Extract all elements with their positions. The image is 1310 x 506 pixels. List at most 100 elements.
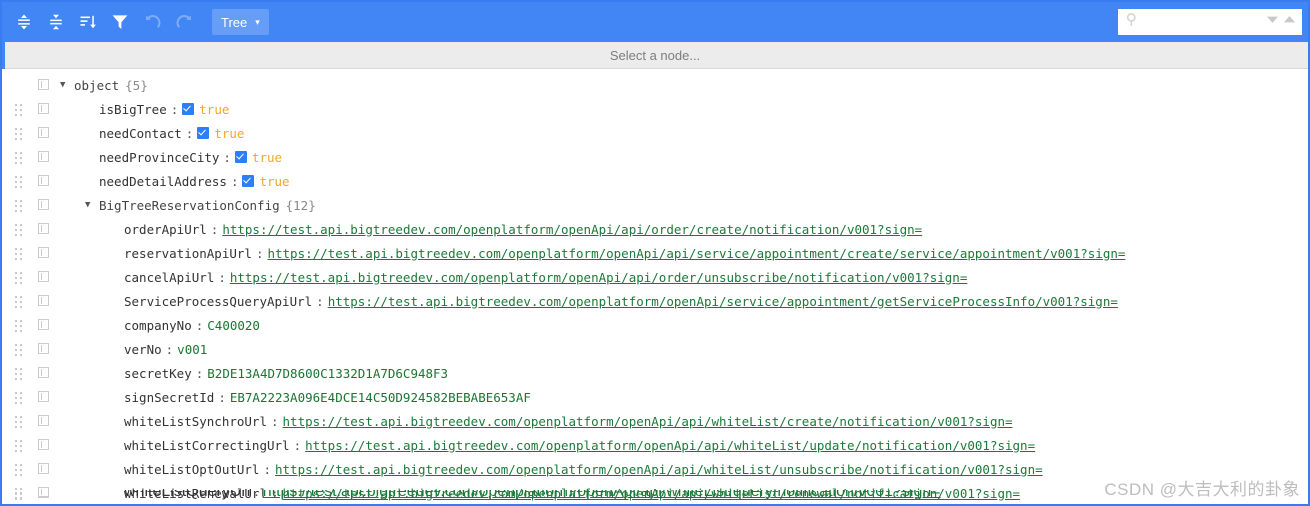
drag-handle-icon[interactable] bbox=[15, 176, 24, 188]
search-next-icon[interactable] bbox=[1265, 12, 1280, 32]
tree-row-value[interactable]: true bbox=[252, 150, 282, 165]
tree-row-value[interactable]: B2DE13A4D7D8600C1332D1A7D6C948F3 bbox=[207, 366, 448, 381]
boolean-value-checkbox[interactable] bbox=[182, 103, 195, 115]
tree-row[interactable]: needContact: true bbox=[2, 121, 1308, 145]
tree-row-value[interactable]: true bbox=[259, 174, 289, 189]
tree-row[interactable]: ▼ BigTreeReservationConfig {12} bbox=[2, 193, 1308, 217]
row-select-checkbox[interactable] bbox=[38, 439, 49, 450]
drag-handle-icon[interactable] bbox=[15, 224, 24, 236]
drag-handle-icon[interactable] bbox=[15, 152, 24, 164]
row-select-checkbox[interactable] bbox=[38, 367, 49, 378]
search-input[interactable] bbox=[1143, 14, 1265, 30]
boolean-value-checkbox[interactable] bbox=[197, 127, 210, 139]
drag-handle-icon[interactable] bbox=[15, 296, 24, 308]
collapse-all-button[interactable] bbox=[42, 9, 70, 35]
search-box[interactable] bbox=[1118, 9, 1302, 35]
tree-row[interactable]: ▼ object {5} bbox=[2, 73, 1308, 97]
row-select-checkbox[interactable] bbox=[38, 247, 49, 258]
row-select-checkbox[interactable] bbox=[38, 271, 49, 282]
drag-handle-icon[interactable] bbox=[15, 320, 24, 332]
tree-row[interactable]: ServiceProcessQueryApiUrl: https://test.a… bbox=[2, 289, 1308, 313]
row-select-checkbox[interactable] bbox=[38, 127, 49, 138]
tree-row-key: ServiceProcessQueryApiUrl bbox=[124, 293, 313, 309]
tree-row-body: isBigTree: true bbox=[85, 102, 229, 117]
redo-icon bbox=[175, 13, 194, 32]
tree-row[interactable]: whiteListCorrectingUrl: https://test.api.… bbox=[2, 433, 1308, 457]
tree-row[interactable]: secretKey: B2DE13A4D7D8600C1332D1A7D6C948… bbox=[2, 361, 1308, 385]
tree-row-value-link[interactable]: https://test.api.bigtreedev.com/openplat… bbox=[230, 270, 968, 285]
row-select-checkbox[interactable] bbox=[38, 79, 49, 90]
mode-select-label: Tree bbox=[221, 14, 248, 30]
key-value-separator: : bbox=[293, 437, 302, 453]
tree-row-value-link[interactable]: https://test.api.bigtreedev.com/openplat… bbox=[222, 222, 922, 237]
row-select-checkbox[interactable] bbox=[38, 103, 49, 114]
row-select-checkbox[interactable] bbox=[38, 391, 49, 402]
redo-button[interactable] bbox=[170, 9, 198, 35]
drag-handle-icon[interactable] bbox=[15, 464, 24, 476]
tree-row[interactable]: needProvinceCity: true bbox=[2, 145, 1308, 169]
row-select-checkbox[interactable] bbox=[38, 463, 49, 474]
row-select-checkbox[interactable] bbox=[38, 490, 49, 497]
expand-collapse-icon[interactable]: ▼ bbox=[85, 200, 99, 210]
drag-handle-icon[interactable] bbox=[15, 200, 24, 212]
tree-row-body: signSecretId: EB7A2223A096E4DCE14C50D9245… bbox=[110, 390, 531, 405]
tree-row-value[interactable]: true bbox=[214, 126, 244, 141]
drag-handle-icon[interactable] bbox=[15, 344, 24, 356]
tree-row-value[interactable]: EB7A2223A096E4DCE14C50D924582BEBABE653AF bbox=[230, 390, 531, 405]
tree-row-value-link[interactable]: https://test.api.bigtreedev.com/openplat… bbox=[267, 246, 1125, 261]
mode-select-button[interactable]: Tree ▾ bbox=[212, 9, 269, 35]
drag-handle-icon[interactable] bbox=[15, 440, 24, 452]
tree-row[interactable]: signSecretId: EB7A2223A096E4DCE14C50D9245… bbox=[2, 385, 1308, 409]
key-value-separator: : bbox=[223, 149, 231, 165]
tree-row-value-link[interactable]: https://test.api.bigtreedev.com/openplat… bbox=[263, 490, 941, 501]
tree-row-value[interactable]: true bbox=[199, 102, 229, 117]
expand-collapse-icon[interactable]: ▼ bbox=[60, 80, 74, 90]
search-icon bbox=[1125, 12, 1140, 32]
tree-row[interactable]: reservationApiUrl: https://test.api.bigtr… bbox=[2, 241, 1308, 265]
drag-handle-icon[interactable] bbox=[15, 248, 24, 260]
tree-row-child-count: {12} bbox=[285, 197, 316, 213]
key-value-separator: : bbox=[170, 101, 179, 117]
filter-button[interactable] bbox=[106, 9, 134, 35]
tree-row[interactable]: needDetailAddress: true bbox=[2, 169, 1308, 193]
tree-row-value-link[interactable]: https://test.api.bigtreedev.com/openplat… bbox=[283, 414, 1013, 429]
expand-all-button[interactable] bbox=[10, 9, 38, 35]
sort-button[interactable] bbox=[74, 9, 102, 35]
drag-handle-icon[interactable] bbox=[15, 490, 24, 499]
row-select-checkbox[interactable] bbox=[38, 199, 49, 210]
undo-button[interactable] bbox=[138, 9, 166, 35]
key-value-separator: : bbox=[316, 293, 324, 309]
row-select-checkbox[interactable] bbox=[38, 151, 49, 162]
row-select-checkbox[interactable] bbox=[38, 415, 49, 426]
drag-handle-icon[interactable] bbox=[15, 104, 24, 116]
tree-row-value[interactable]: C400020 bbox=[207, 318, 260, 333]
row-select-checkbox[interactable] bbox=[38, 319, 49, 330]
tree-row-value-link[interactable]: https://test.api.bigtreedev.com/openplat… bbox=[275, 462, 1043, 477]
tree-row[interactable]: orderApiUrl: https://test.api.bigtreedev.… bbox=[2, 217, 1308, 241]
tree-row-value-link[interactable]: https://test.api.bigtreedev.com/openplat… bbox=[305, 438, 1035, 453]
drag-handle-icon[interactable] bbox=[15, 368, 24, 380]
drag-handle-icon[interactable] bbox=[15, 128, 24, 140]
row-select-checkbox[interactable] bbox=[38, 343, 49, 354]
tree-row[interactable]: verNo: v001 bbox=[2, 337, 1308, 361]
tree-row-value-link[interactable]: https://test.api.bigtreedev.com/openplat… bbox=[328, 294, 1118, 309]
drag-handle-icon[interactable] bbox=[15, 416, 24, 428]
tree-row-key: whiteListQueryUrl bbox=[124, 490, 251, 500]
tree-row[interactable]: cancelApiUrl: https://test.api.bigtreedev… bbox=[2, 265, 1308, 289]
row-select-checkbox[interactable] bbox=[38, 295, 49, 306]
row-select-checkbox[interactable] bbox=[38, 223, 49, 234]
tree-row[interactable]: whiteListSynchroUrl: https://test.api.big… bbox=[2, 409, 1308, 433]
selected-node-bar[interactable]: Select a node... bbox=[2, 42, 1308, 69]
sort-icon bbox=[79, 13, 97, 31]
search-prev-icon[interactable] bbox=[1282, 12, 1297, 32]
tree-row-body: secretKey: B2DE13A4D7D8600C1332D1A7D6C948… bbox=[110, 366, 448, 381]
boolean-value-checkbox[interactable] bbox=[234, 151, 247, 163]
tree-row[interactable]: companyNo: C400020 bbox=[2, 313, 1308, 337]
boolean-value-checkbox[interactable] bbox=[242, 175, 255, 187]
tree-row-value[interactable]: v001 bbox=[177, 342, 207, 357]
drag-handle-icon[interactable] bbox=[15, 272, 24, 284]
drag-handle-icon[interactable] bbox=[15, 392, 24, 404]
tree-row-body: needContact: true bbox=[85, 126, 244, 141]
tree-row[interactable]: isBigTree: true bbox=[2, 97, 1308, 121]
row-select-checkbox[interactable] bbox=[38, 175, 49, 186]
